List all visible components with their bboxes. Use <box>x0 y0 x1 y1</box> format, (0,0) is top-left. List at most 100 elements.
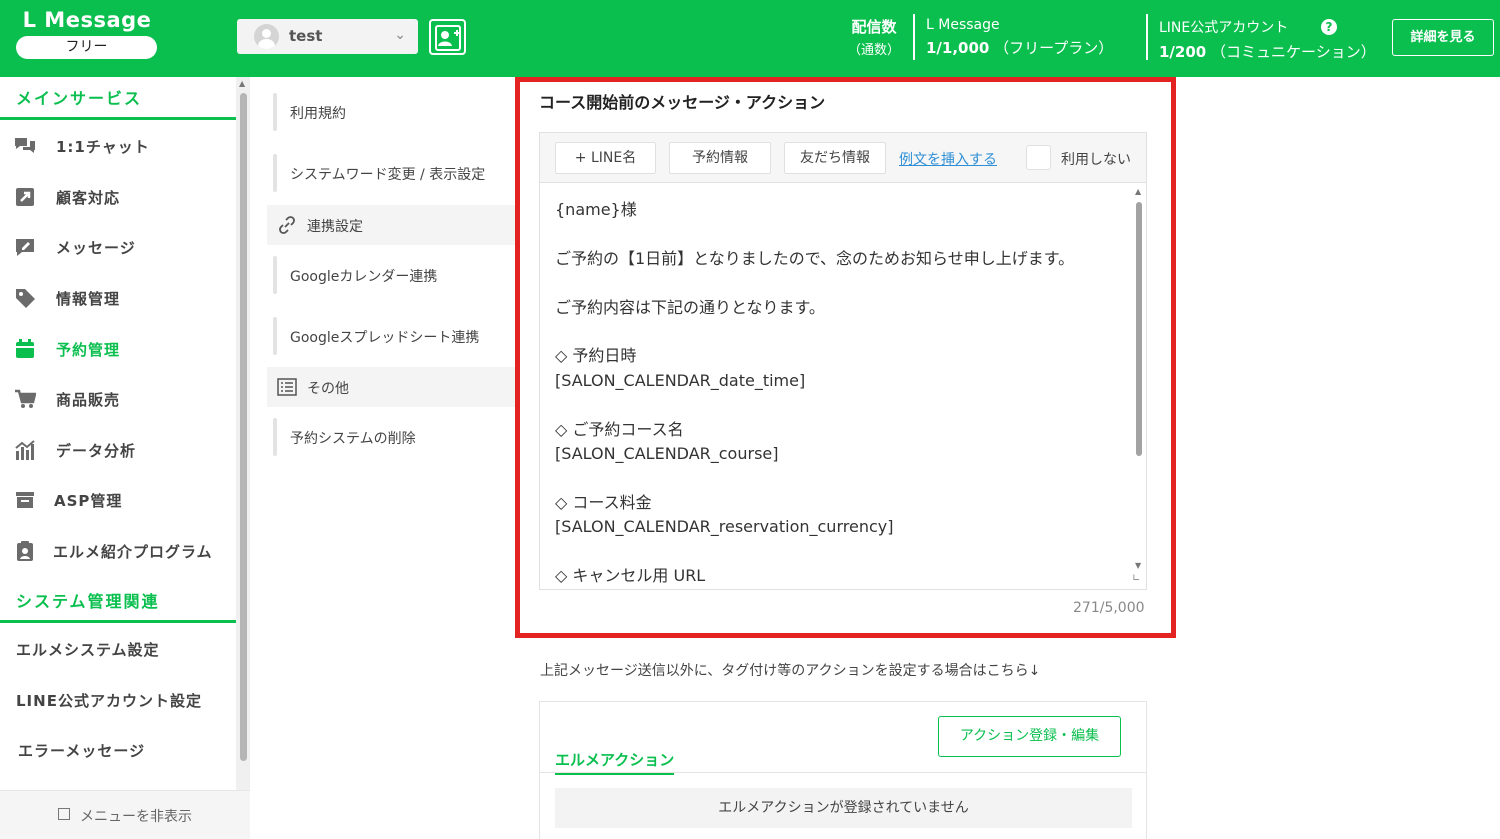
sidebar-item-info[interactable]: 情報管理 <box>0 278 236 318</box>
section-title: コース開始前のメッセージ・アクション <box>539 93 826 112</box>
tag-icon <box>16 289 35 308</box>
sidebar-item-customer[interactable]: 顧客対応 <box>0 177 236 217</box>
logo[interactable]: L Message フリー <box>16 8 158 59</box>
empty-action-message: エルメアクションが登録されていません <box>555 788 1132 828</box>
user-plus-icon <box>435 25 461 51</box>
submenu-label: システムワード変更 / 表示設定 <box>290 167 486 183</box>
sidebar-item-asp[interactable]: ASP管理 <box>0 480 236 520</box>
lmessage-stat: L Message 1/1,000 （フリープラン） <box>926 17 1113 58</box>
line-account-plan: （コミュニケーション） <box>1211 43 1376 61</box>
section-underline <box>0 620 236 623</box>
plan-badge: フリー <box>16 36 157 59</box>
top-header: L Message フリー test ⌄ 配信数 （通数） L Message … <box>0 0 1500 77</box>
message-editor[interactable]: + LINE名 予約情報 友だち情報 例文を挿入する 利用しない {name}様… <box>539 132 1147 590</box>
submenu-label: Googleスプレッドシート連携 <box>290 330 480 346</box>
sidebar-item-label: エルメ紹介プログラム <box>53 543 213 561</box>
sidebar-item-lme-system[interactable]: エルメシステム設定 <box>16 639 160 660</box>
scroll-up-icon[interactable]: ▲ <box>239 79 245 88</box>
hide-menu-label: メニューを非表示 <box>80 809 192 825</box>
reservation-info-button[interactable]: 予約情報 <box>669 142 771 174</box>
divider <box>1146 14 1148 60</box>
sidebar-item-chat[interactable]: 1:1チャット <box>0 126 236 166</box>
submenu-label: その他 <box>307 381 349 397</box>
insert-line-name-button[interactable]: + LINE名 <box>555 142 656 174</box>
sidebar-item-label: 情報管理 <box>56 290 121 308</box>
sidebar-item-analytics[interactable]: データ分析 <box>0 430 236 470</box>
resize-handle-icon[interactable]: ∟ <box>1132 573 1146 589</box>
sidebar-item-label: 顧客対応 <box>56 189 121 207</box>
line-account-count: 1/200 <box>1159 43 1207 61</box>
sidebar-item-line-account[interactable]: LINE公式アカウント設定 <box>16 690 202 711</box>
sidebar-item-label: 予約管理 <box>56 341 121 359</box>
submenu-group-integration[interactable]: 連携設定 <box>267 205 515 245</box>
chart-icon <box>15 440 35 460</box>
submenu-indicator <box>273 93 277 131</box>
message-textarea[interactable]: {name}様 ご予約の【1日前】となりましたので、念のためお知らせ申し上げます… <box>555 198 1125 590</box>
section-underline <box>0 117 236 120</box>
sidebar-scrollbar[interactable]: ▲ <box>236 77 250 790</box>
submenu-item-system-words[interactable]: システムワード変更 / 表示設定 <box>267 154 515 194</box>
submenu-label: 利用規約 <box>290 106 346 122</box>
submenu-label: 連携設定 <box>307 219 363 235</box>
line-account-usage: 1/200 （コミュニケーション） <box>1159 41 1376 62</box>
box-icon <box>16 492 34 508</box>
submenu-item-google-sheets[interactable]: Googleスプレッドシート連携 <box>267 317 515 357</box>
avatar-icon <box>254 24 279 49</box>
sidebar-item-error-message[interactable]: エラーメッセージ <box>18 740 145 761</box>
lmessage-usage: 1/1,000 （フリープラン） <box>926 37 1113 58</box>
settings-submenu: 利用規約 システムワード変更 / 表示設定 連携設定 Googleカレンダー連携… <box>251 77 515 839</box>
lmessage-label: L Message <box>926 17 1000 33</box>
submenu-indicator <box>273 317 277 355</box>
cart-icon <box>15 389 36 408</box>
friend-info-button[interactable]: 友だち情報 <box>784 142 886 174</box>
sidebar-item-label: 1:1チャット <box>56 138 150 156</box>
chevron-down-icon: ⌄ <box>394 27 406 43</box>
sidebar-item-label: 商品販売 <box>56 391 121 409</box>
sidebar-section-main: メインサービス <box>16 89 143 108</box>
register-action-button[interactable]: アクション登録・編集 <box>938 716 1121 757</box>
submenu-item-terms[interactable]: 利用規約 <box>267 93 515 133</box>
sidebar-item-message[interactable]: メッセージ <box>0 227 236 267</box>
editor-toolbar: + LINE名 予約情報 友だち情報 例文を挿入する 利用しない <box>540 133 1146 183</box>
sidebar-item-label: ASP管理 <box>54 492 123 510</box>
line-account-label: LINE公式アカウント <box>1159 20 1289 36</box>
account-select[interactable]: test ⌄ <box>237 19 418 54</box>
action-note: 上記メッセージ送信以外に、タグ付け等のアクションを設定する場合はこちら↓ <box>540 663 1041 679</box>
delivery-count-label: 配信数 （通数） <box>848 16 900 58</box>
hide-menu-button[interactable]: メニューを非表示 <box>0 790 250 839</box>
help-icon[interactable]: ? <box>1321 19 1337 35</box>
submenu-item-delete-system[interactable]: 予約システムの削除 <box>267 418 515 458</box>
delivery-label-bottom: （通数） <box>848 43 901 58</box>
scroll-up-icon[interactable]: ▲ <box>1135 187 1141 196</box>
sidebar-item-reservation[interactable]: 予約管理 <box>0 329 236 369</box>
sidebar-item-sales[interactable]: 商品販売 <box>0 379 236 419</box>
scrollbar-thumb[interactable] <box>1136 202 1142 456</box>
scrollbar-thumb[interactable] <box>240 93 247 761</box>
lmessage-count: 1/1,000 <box>926 39 990 57</box>
submenu-indicator <box>273 154 277 192</box>
not-use-checkbox[interactable] <box>1026 145 1051 170</box>
submenu-indicator <box>273 418 277 456</box>
clipboard-user-icon <box>17 541 33 561</box>
scroll-down-icon[interactable]: ▼ <box>1135 561 1141 570</box>
submenu-label: Googleカレンダー連携 <box>290 269 438 285</box>
submenu-item-google-calendar[interactable]: Googleカレンダー連携 <box>267 256 515 296</box>
submenu-indicator <box>273 256 277 294</box>
sidebar-item-label: メッセージ <box>56 239 136 257</box>
submenu-group-other[interactable]: その他 <box>267 367 515 407</box>
action-panel: アクション登録・編集 エルメアクション エルメアクションが登録されていません <box>539 701 1147 839</box>
details-button[interactable]: 詳細を見る <box>1392 19 1494 56</box>
list-icon <box>277 378 297 396</box>
collapse-icon <box>58 808 70 820</box>
logo-text: L Message <box>22 8 152 32</box>
add-friend-button[interactable] <box>429 19 466 55</box>
character-count: 271/5,000 <box>1073 600 1145 616</box>
insert-example-link[interactable]: 例文を挿入する <box>899 149 997 169</box>
line-account-stat: LINE公式アカウント 1/200 （コミュニケーション） <box>1159 17 1376 62</box>
divider <box>913 14 915 60</box>
sidebar-item-referral[interactable]: エルメ紹介プログラム <box>0 531 236 571</box>
lmessage-plan: （フリープラン） <box>994 39 1114 57</box>
message-edit-icon <box>16 239 34 256</box>
external-link-icon <box>16 188 34 206</box>
editor-scrollbar[interactable]: ▲ ▼ <box>1132 185 1146 589</box>
